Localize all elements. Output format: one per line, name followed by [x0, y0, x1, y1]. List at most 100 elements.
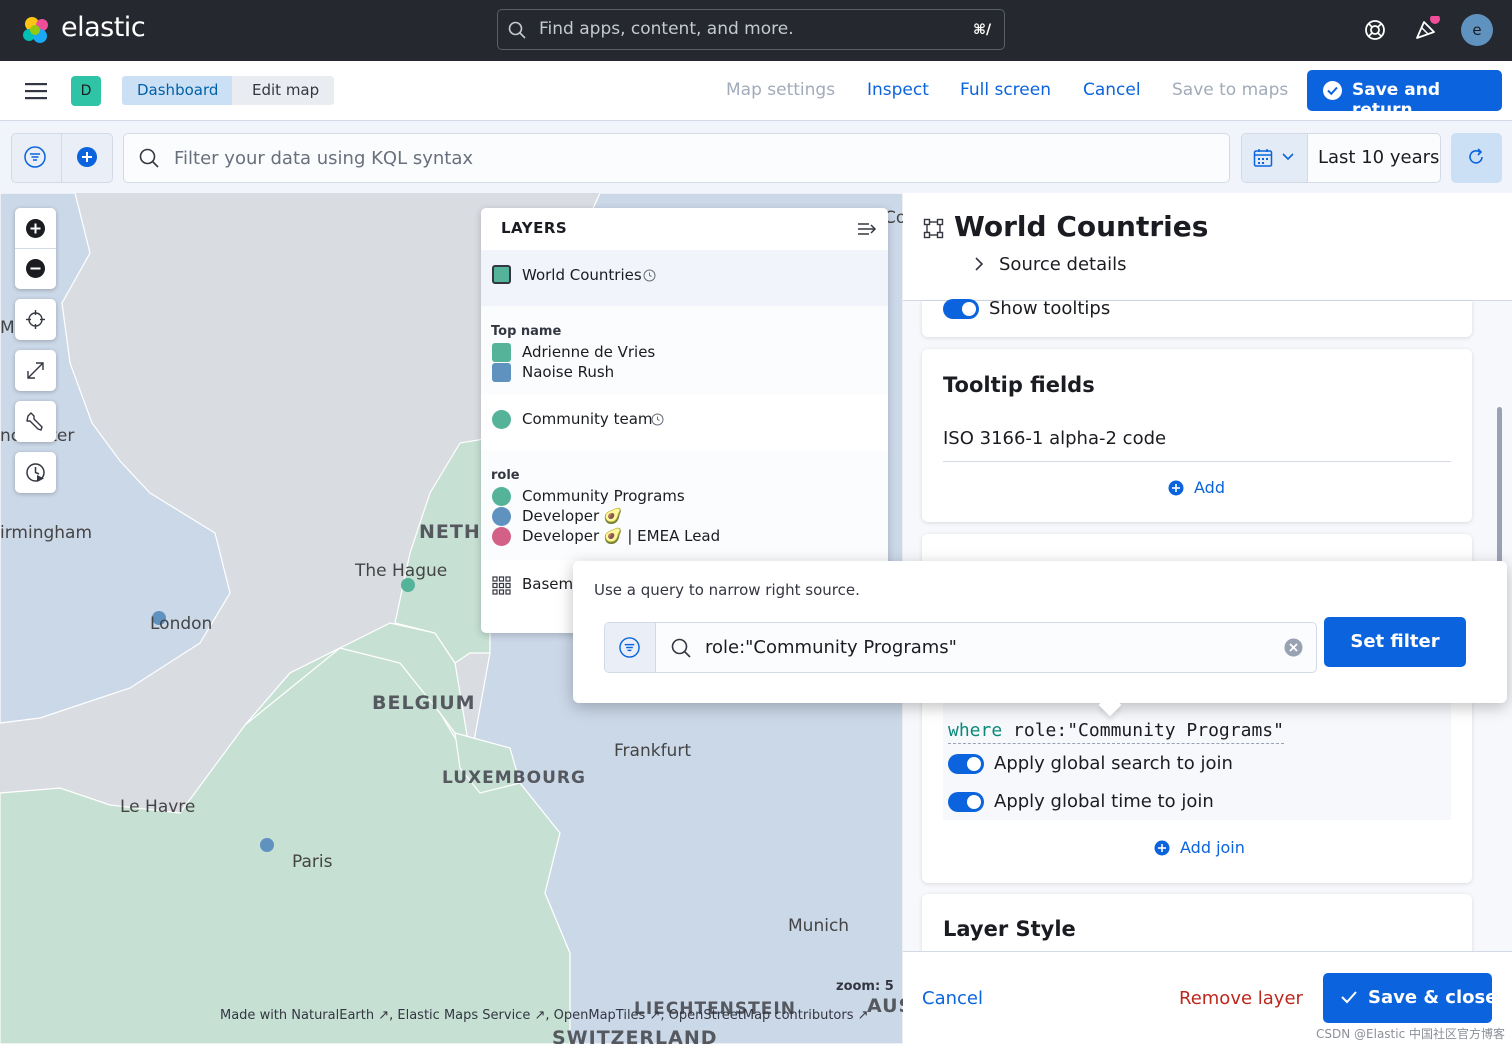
divider	[943, 461, 1451, 462]
elastic-logo-text[interactable]: elastic	[61, 12, 146, 43]
filter-menu-icon[interactable]	[24, 146, 46, 168]
layer-editor-title: World Countries	[954, 210, 1209, 243]
zoom-in-icon[interactable]	[25, 218, 46, 239]
inspect-link[interactable]: Inspect	[867, 80, 929, 100]
zoom-controls	[15, 208, 56, 289]
legend-header-role: role	[491, 468, 520, 483]
search-icon	[508, 21, 526, 39]
map-label-m: M	[0, 318, 15, 338]
layer-name-world-countries[interactable]: World Countries	[522, 266, 642, 284]
space-avatar[interactable]: D	[71, 76, 101, 106]
fit-to-data-button[interactable]	[15, 350, 56, 391]
layers-title: LAYERS	[501, 219, 568, 237]
legend-item: Naoise Rush	[522, 363, 615, 381]
save-to-maps-link[interactable]: Save to maps	[1172, 80, 1288, 100]
chevron-down-icon	[1281, 152, 1295, 162]
elastic-logo-icon[interactable]	[20, 14, 52, 46]
map-label-luxembourg: LUXEMBOURG	[442, 768, 586, 788]
apply-global-time-label: Apply global time to join	[994, 791, 1214, 812]
cancel-link[interactable]: Cancel	[1083, 80, 1141, 100]
map-label-paris: Paris	[292, 852, 333, 872]
refresh-button[interactable]	[1451, 133, 1502, 183]
search-icon	[139, 148, 159, 168]
remove-layer-button[interactable]: Remove layer	[1179, 988, 1303, 1009]
search-shortcut: ⌘/	[973, 22, 992, 38]
apply-global-search-toggle[interactable]	[948, 754, 984, 774]
legend-swatch	[492, 527, 511, 546]
collapse-panel-icon[interactable]	[857, 221, 877, 237]
set-view-button[interactable]	[15, 299, 56, 340]
legend-swatch	[492, 507, 511, 526]
crosshair-icon	[26, 310, 45, 329]
show-tooltips-label: Show tooltips	[989, 298, 1111, 319]
where-keyword: where	[948, 720, 1003, 741]
legend-swatch	[492, 363, 511, 382]
where-query-value[interactable]: role:"Community Programs"	[705, 637, 957, 658]
apply-global-search-label: Apply global search to join	[994, 753, 1233, 774]
map-label-london: London	[150, 614, 213, 634]
plus-circle-icon	[1168, 480, 1184, 496]
map-attribution: Made with NaturalEarth ↗, Elastic Maps S…	[220, 1008, 869, 1023]
footer-cancel-button[interactable]: Cancel	[922, 988, 983, 1009]
divider	[61, 134, 62, 182]
save-close-label: Save & close	[1368, 987, 1498, 1008]
layer-style-title: Layer Style	[943, 917, 1076, 941]
map-label-switzerland: SWITZERLAND	[552, 1027, 718, 1044]
tooltip-fields-title: Tooltip fields	[943, 373, 1095, 397]
show-tooltips-toggle[interactable]	[943, 299, 979, 319]
add-filter-icon[interactable]	[76, 146, 98, 168]
tools-button[interactable]	[15, 401, 56, 442]
legend-item: Adrienne de Vries	[522, 343, 656, 361]
save-and-return-button[interactable]: Save and return	[1307, 70, 1502, 120]
clear-input-icon[interactable]	[1284, 638, 1303, 657]
attribution-osm[interactable]: OpenStreetMap contributors	[669, 1008, 854, 1023]
map-label-birmingham: irmingham	[0, 523, 93, 543]
user-avatar[interactable]: e	[1461, 14, 1493, 46]
layer-name-basemap[interactable]: Basem	[522, 575, 573, 593]
wrench-icon	[25, 411, 46, 432]
quick-select-button[interactable]	[1242, 134, 1308, 182]
layer-swatch	[492, 265, 511, 284]
expand-icon	[26, 361, 45, 380]
global-search-placeholder: Find apps, content, and more.	[539, 19, 794, 39]
map-settings-link[interactable]: Map settings	[726, 80, 835, 100]
attribution-naturalearth[interactable]: Made with NaturalEarth	[220, 1008, 374, 1023]
join-where-clause[interactable]: where role:"Community Programs"	[948, 720, 1284, 744]
time-range-label[interactable]: Last 10 years	[1318, 147, 1439, 168]
add-tooltip-label: Add	[1194, 478, 1225, 497]
polygon-layer-icon	[923, 218, 944, 239]
apply-global-time-toggle[interactable]	[948, 792, 984, 812]
legend-swatch	[492, 343, 511, 362]
attribution-openmaptiles[interactable]: OpenMapTiles	[554, 1008, 646, 1023]
map-label-frankfurt: Frankfurt	[614, 741, 691, 761]
save-close-button[interactable]: Save & close	[1323, 973, 1497, 1023]
popover-hint: Use a query to narrow right source.	[594, 581, 860, 599]
plus-circle-icon	[1154, 840, 1170, 856]
legend-header-top-name: Top name	[491, 324, 562, 339]
where-value: role:"Community Programs"	[1013, 720, 1284, 741]
timeslider-button[interactable]	[15, 452, 56, 493]
source-details-toggle[interactable]: Source details	[999, 254, 1127, 275]
breadcrumb-dashboard[interactable]: Dashboard	[122, 76, 241, 105]
grid-icon	[492, 576, 511, 595]
help-icon[interactable]	[1364, 19, 1386, 41]
calendar-icon	[1253, 148, 1273, 168]
layer-name-community-team[interactable]: Community team	[522, 410, 653, 428]
attribution-ems[interactable]: Elastic Maps Service	[397, 1008, 530, 1023]
watermark: CSDN @Elastic 中国社区官方博客	[1316, 1027, 1506, 1041]
clock-icon	[651, 413, 664, 426]
set-filter-button[interactable]: Set filter	[1324, 617, 1466, 667]
chevron-right-icon[interactable]	[973, 256, 985, 272]
zoom-level: zoom: 5	[836, 979, 894, 994]
legend-item: Developer 🥑 | EMEA Lead	[522, 527, 721, 545]
news-feed-icon[interactable]	[1414, 16, 1440, 42]
map-label-le-havre: Le Havre	[120, 797, 196, 817]
breadcrumb-edit-map: Edit map	[232, 76, 335, 105]
full-screen-link[interactable]: Full screen	[960, 80, 1051, 100]
menu-icon[interactable]	[25, 82, 47, 100]
zoom-out-icon[interactable]	[25, 258, 46, 279]
legend-item: Developer 🥑	[522, 507, 623, 525]
tooltip-field-item[interactable]: ISO 3166-1 alpha-2 code	[943, 428, 1166, 449]
legend-swatch	[492, 487, 511, 506]
save-and-return-label: Save and return	[1352, 80, 1440, 120]
